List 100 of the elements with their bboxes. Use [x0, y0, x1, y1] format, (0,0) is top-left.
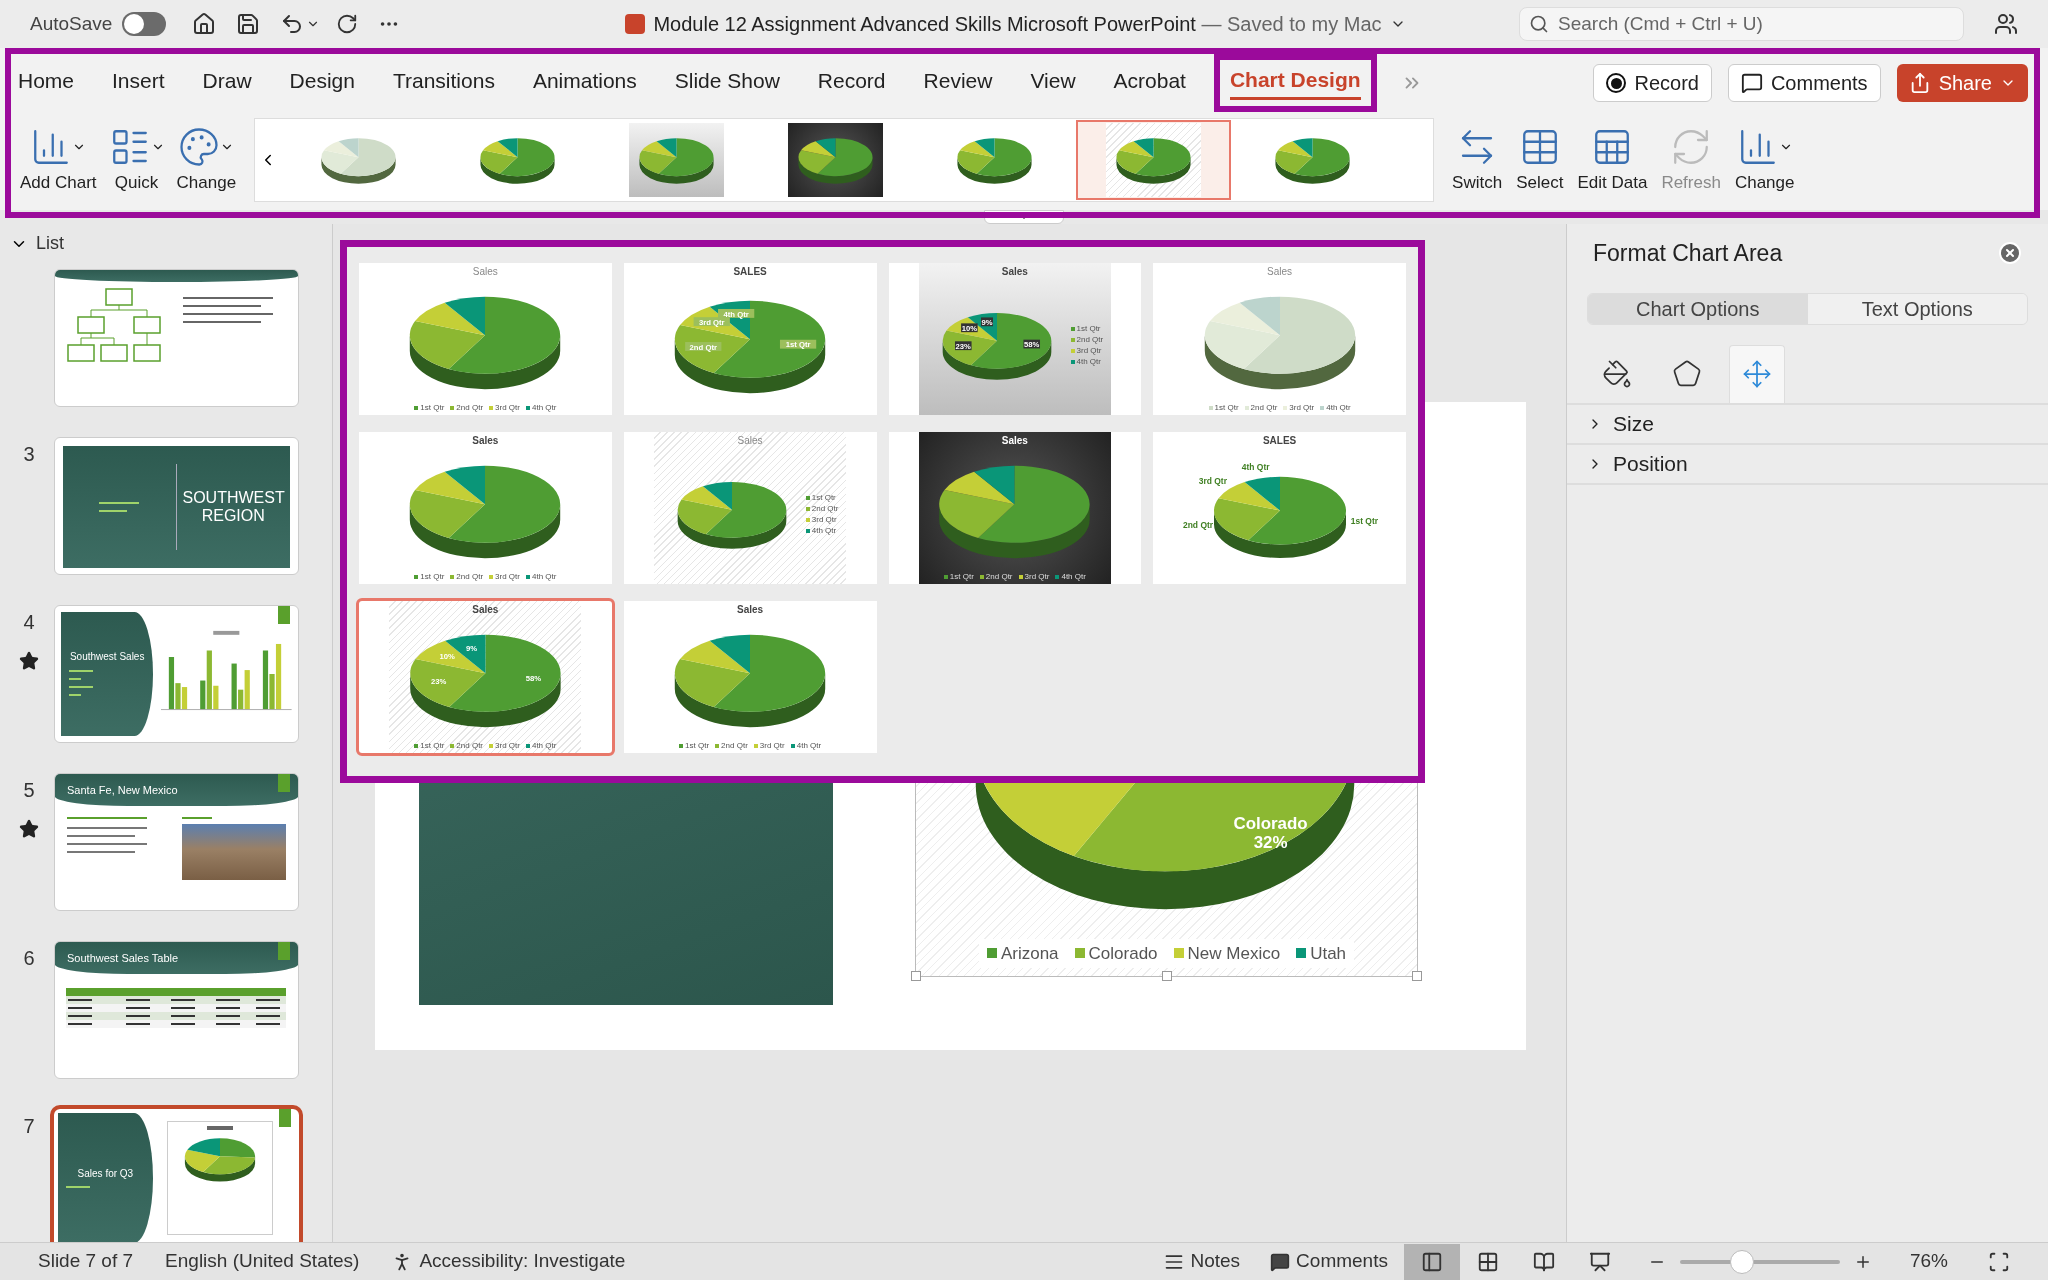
text-lines-drawing [99, 499, 140, 515]
legend-swatch [1070, 337, 1075, 342]
ribbon-button[interactable]: Add Chart [14, 118, 103, 194]
legend-swatch [414, 743, 419, 748]
chart-style-option[interactable]: Sales 9% 10% 23% 58% 1st Qtr 2nd Qtr 3rd Qtr 4th Qtr [888, 263, 1142, 415]
legend-label: 3rd Qtr [495, 572, 520, 581]
ribbon-tab[interactable]: Animations [532, 64, 637, 102]
ribbon-tab[interactable]: Slide Show [674, 64, 780, 102]
ribbon-tab[interactable]: Design [289, 64, 355, 102]
home-icon[interactable] [192, 12, 217, 36]
resize-handle[interactable] [1412, 971, 1422, 981]
ribbon-tab[interactable]: Home [18, 64, 75, 102]
pane-title: Format Chart Area [1593, 239, 1783, 268]
header-button[interactable]: Comments [1727, 64, 1881, 102]
ribbon-button[interactable]: Edit Data [1571, 118, 1654, 194]
status-text: Slide 7 of 7 [38, 1249, 134, 1274]
ribbon-tab[interactable]: Insert [112, 64, 165, 102]
comments-button[interactable]: Comments [1270, 1247, 1388, 1276]
ribbon-tab[interactable]: View [1030, 64, 1076, 102]
ribbon-button[interactable]: Change [1728, 118, 1801, 194]
fit-slide-icon[interactable] [1988, 1250, 2010, 1273]
legend-label: 3rd Qtr [1289, 403, 1315, 412]
legend-label: 1st Qtr [420, 403, 445, 412]
data-label: 1st Qtr [1350, 515, 1378, 526]
ribbon-button[interactable]: Quick [102, 118, 171, 194]
legend-label: 4th Qtr [796, 741, 822, 750]
notes-button[interactable]: Notes [1164, 1247, 1241, 1276]
normal-view-icon [1420, 1250, 1443, 1273]
status-text[interactable]: English (United States) [165, 1247, 360, 1276]
legend-swatch [1070, 326, 1075, 331]
chart-style-option[interactable] [1076, 120, 1232, 200]
legend-label: 4th Qtr [531, 403, 557, 412]
collapsible-section[interactable]: Position [1567, 444, 2048, 485]
ribbon-button[interactable]: Switch [1446, 118, 1509, 194]
chart-style-option[interactable]: Sales 9% 10% 23% 58% 1st Qtr 2nd Qtr 3rd Qtr 4th Qtr [359, 601, 612, 753]
collapsible-section[interactable]: Size [1567, 404, 2048, 445]
legend-label: Arizona [1000, 942, 1059, 965]
data-label: Colorado [1233, 813, 1308, 833]
chart-style-option[interactable]: Sales 1st Qtr 2nd Qtr 3rd Qtr 4th Qtr [623, 432, 877, 584]
legend-label: 1st Qtr [811, 493, 836, 502]
legend-label: 1st Qtr [685, 741, 710, 750]
view-button[interactable] [1403, 1243, 1460, 1280]
resize-handle[interactable] [1162, 971, 1172, 981]
slide-thumbnail[interactable]: SOUTHWEST REGION [54, 437, 299, 575]
legend-label: 3rd Qtr [759, 741, 785, 750]
segment-tab[interactable]: Chart Options [1588, 293, 1808, 324]
grid-view-icon [1476, 1250, 1499, 1273]
slide-title: SOUTHWEST REGION [181, 489, 286, 525]
segment-tab[interactable]: Text Options [1807, 293, 2027, 324]
text-lines-drawing [69, 667, 93, 699]
legend-swatch [805, 506, 810, 511]
ribbon-tab[interactable]: Acrobat [1113, 64, 1186, 102]
chart-title: Sales [1001, 266, 1028, 278]
legend-label: 3rd Qtr [1024, 572, 1050, 581]
ribbon-tab[interactable]: Chart Design [1229, 63, 1361, 101]
animation-star-icon [19, 651, 39, 671]
ribbon-button[interactable]: Change [170, 118, 243, 194]
autosave-toggle[interactable] [122, 12, 167, 36]
slide-title: Sales for Q3 [76, 1166, 135, 1181]
legend-swatch [943, 574, 948, 579]
zoom-level: 76% [1909, 1249, 1948, 1274]
ribbon-tab[interactable]: Draw [202, 64, 252, 102]
legend-swatch [790, 743, 795, 748]
slider-thumb[interactable] [1730, 1249, 1755, 1274]
animation-star-icon [19, 819, 39, 839]
ribbon-tab[interactable]: Record [817, 64, 886, 102]
presentation-icon [1588, 1250, 1611, 1273]
legend-swatch [805, 495, 810, 500]
legend-swatch [805, 528, 810, 533]
search-field[interactable]: Search (Cmd + Ctrl + U) [1519, 7, 1964, 41]
legend-swatch [679, 743, 684, 748]
ribbon-tab[interactable]: Review [923, 64, 993, 102]
legend-label: 1st Qtr [1214, 403, 1239, 412]
legend-swatch [715, 743, 720, 748]
close-icon[interactable] [1998, 241, 2022, 266]
resize-handle[interactable] [911, 971, 921, 981]
ribbon-button[interactable]: Select [1510, 118, 1570, 194]
header-button[interactable]: Share [1896, 64, 2028, 102]
legend-label: 3rd Qtr [495, 741, 520, 750]
data-label: 58% [1022, 339, 1040, 350]
legend-swatch [525, 743, 530, 748]
people-icon[interactable] [1994, 12, 2018, 36]
chart-title: Sales [472, 604, 499, 616]
slide-title: Southwest Sales Table [67, 950, 179, 966]
save-icon[interactable] [236, 12, 261, 36]
chart-style-option[interactable]: Sales 1st Qtr 2nd Qtr 3rd Qtr 4th Qtr [888, 432, 1142, 584]
status-text[interactable]: Accessibility: Investigate [419, 1247, 626, 1276]
ribbon-tab[interactable]: Transitions [392, 64, 495, 102]
pentagon-icon [1672, 358, 1702, 389]
panel-header: List [36, 232, 64, 255]
legend-label: 3rd Qtr [811, 515, 837, 524]
redo-icon[interactable] [336, 13, 359, 35]
data-label: 9% [980, 317, 993, 328]
slide-thumbnail[interactable]: Southwest Sales [54, 605, 299, 743]
legend-swatch [450, 574, 455, 579]
data-label: 9% [465, 643, 478, 653]
slide-thumbnail[interactable]: Santa Fe, New Mexico [54, 773, 299, 911]
slide-thumbnail[interactable] [54, 269, 299, 407]
header-button[interactable]: Record [1593, 64, 1712, 102]
slide-thumbnail[interactable]: Southwest Sales Table [54, 941, 299, 1079]
